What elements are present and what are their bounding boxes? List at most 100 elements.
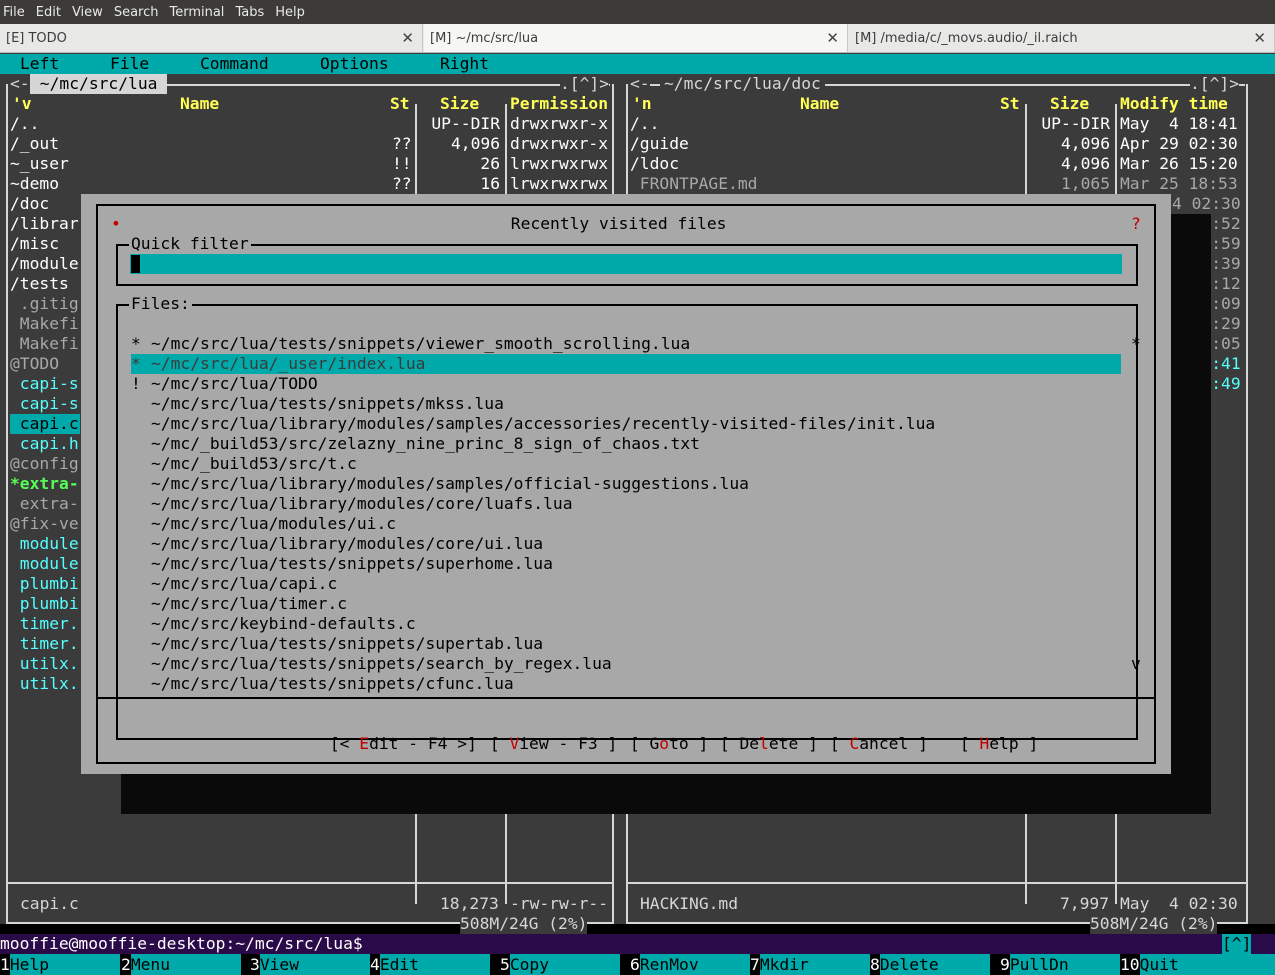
tab-todo[interactable]: [E] TODO ✕ [0,24,423,52]
col-size[interactable]: Size [1050,94,1089,114]
file-row-name[interactable]: ~demo [10,174,59,194]
recent-file-row[interactable]: ~/mc/src/lua/tests/snippets/search_by_re… [131,654,612,674]
close-icon[interactable]: • [111,214,121,234]
file-row-name[interactable]: timer. [10,614,79,634]
close-icon[interactable]: ✕ [1253,29,1266,47]
recent-file-row[interactable]: ~/mc/src/lua/tests/snippets/superhome.lu… [131,554,553,574]
scrollbar-thumb[interactable]: * [1131,334,1141,354]
fkey-quit[interactable]: 10Quit [1120,954,1275,975]
close-icon[interactable]: ✕ [401,29,414,47]
fkey-help[interactable]: 1Help [0,954,120,975]
col-name[interactable]: Name [800,94,839,114]
panel-arrow[interactable]: <- [10,74,30,94]
file-row-name[interactable]: .gitig [10,294,79,314]
menu-search[interactable]: Search [114,5,159,20]
file-row-name[interactable]: @TODO [10,354,59,374]
recent-file-row[interactable]: ~/mc/src/lua/library/modules/samples/acc… [131,414,935,434]
recent-file-row[interactable]: ~/mc/src/lua/tests/snippets/supertab.lua [131,634,543,654]
file-row-name[interactable]: /.. [630,114,659,134]
help-icon[interactable]: ? [1131,214,1141,234]
file-row-name[interactable]: timer. [10,634,79,654]
menu-edit[interactable]: Edit [36,5,61,20]
file-row-name[interactable]: @config [10,454,79,474]
tab-media[interactable]: [M] /media/c/_movs.audio/_il.raich ✕ [849,24,1275,52]
file-row-name[interactable]: /guide [630,134,689,154]
corner-indicator[interactable]: [^] [1222,934,1252,954]
panel-path[interactable]: ~/mc/src/lua [30,74,168,94]
menu-file[interactable]: File [3,5,25,20]
mc-menu-right[interactable]: Right [440,54,489,74]
file-row-name[interactable]: /_out [10,134,59,154]
recent-file-row[interactable]: ~/mc/src/lua/tests/snippets/cfunc.lua [131,674,514,694]
recent-file-row[interactable]: ~/mc/src/lua/modules/ui.c [131,514,396,534]
mc-menu-left[interactable]: Left [20,54,59,74]
file-row-name[interactable]: plumbi [10,574,79,594]
file-row-name[interactable]: /doc [10,194,49,214]
file-row-name[interactable]: Makefi [10,334,79,354]
col-modify-time[interactable]: Modify time [1120,94,1228,114]
tab-mc-src-lua[interactable]: [M] ~/mc/src/lua ✕ [424,24,848,52]
fkey-view[interactable]: 3View [250,954,370,975]
recent-file-row[interactable]: ~/mc/src/lua/library/modules/core/ui.lua [131,534,543,554]
file-row-name[interactable]: plumbi [10,594,79,614]
panel-arrow[interactable]: <- [630,74,650,94]
file-row-name[interactable]: capi-s [10,374,79,394]
file-row-name[interactable]: /module [10,254,79,274]
help-button[interactable]: [ Help ] [901,714,1038,753]
recent-file-row[interactable]: * ~/mc/src/lua/tests/snippets/viewer_smoo… [131,334,690,354]
col-sort[interactable]: 'v [12,94,32,114]
mc-menu-command[interactable]: Command [200,54,269,74]
fkey-delete[interactable]: 8Delete [870,954,990,975]
file-row-name[interactable]: /.. [10,114,39,134]
col-size[interactable]: Size [440,94,479,114]
file-row-name[interactable]: FRONTPAGE.md [630,174,758,194]
menu-tabs[interactable]: Tabs [235,5,264,20]
menu-help[interactable]: Help [275,5,305,20]
recent-file-row[interactable]: ~/mc/src/lua/timer.c [131,594,347,614]
file-row-name[interactable]: module [10,554,79,574]
quick-filter-input[interactable] [130,254,1122,274]
file-row-name[interactable]: /ldoc [630,154,679,174]
fkey-mkdir[interactable]: 7Mkdir [750,954,870,975]
fkey-renmov[interactable]: 6RenMov [630,954,750,975]
menu-terminal[interactable]: Terminal [169,5,224,20]
file-row-name[interactable]: module [10,534,79,554]
file-row-name[interactable]: utilx. [10,674,79,694]
col-st[interactable]: St [390,94,410,114]
col-sort[interactable]: 'n [632,94,652,114]
file-row-name[interactable]: utilx. [10,654,79,674]
file-row-name[interactable]: /librar [10,214,79,234]
mc-menu-options[interactable]: Options [320,54,389,74]
recent-file-row[interactable]: ~/mc/src/lua/tests/snippets/mkss.lua [131,394,504,414]
fkey-edit[interactable]: 4Edit [370,954,490,975]
panel-path[interactable]: ~/mc/src/lua/doc [660,74,825,94]
recent-file-row[interactable]: ~/mc/_build53/src/zelazny_nine_princ_8_s… [131,434,700,454]
file-row-name[interactable]: @fix-ve [10,514,79,534]
file-row-name[interactable]: capi.c [10,414,80,434]
recent-file-row[interactable]: ~/mc/src/keybind-defaults.c [131,614,416,634]
recent-file-row[interactable]: ~/mc/src/lua/capi.c [131,574,337,594]
file-row-name[interactable]: capi-s [10,394,79,414]
panel-corner[interactable]: .[^]> [1190,74,1240,94]
file-row-name[interactable]: ~_user [10,154,69,174]
recently-visited-dialog[interactable]: • Recently visited files ? Quick filter … [81,194,1171,774]
recent-file-row[interactable]: ~/mc/src/lua/library/modules/core/luafs.… [131,494,573,514]
file-row-name[interactable]: /tests [10,274,69,294]
panel-corner[interactable]: .[^]> [560,74,610,94]
file-row-name[interactable]: /misc [10,234,59,254]
fkey-copy[interactable]: 5Copy [500,954,620,975]
file-row-name[interactable]: extra- [10,494,79,514]
file-row-name[interactable]: *extra- [10,474,79,494]
recent-file-row[interactable]: ! ~/mc/src/lua/TODO [131,374,318,394]
close-icon[interactable]: ✕ [826,29,839,47]
recent-file-row-selected[interactable]: * ~/mc/src/lua/_user/index.lua [131,354,1121,374]
file-row-name[interactable]: capi.h [10,434,79,454]
menu-view[interactable]: View [72,5,103,20]
col-permission[interactable]: Permission [510,94,608,114]
col-name[interactable]: Name [180,94,219,114]
file-row-name[interactable]: Makefi [10,314,79,334]
fkey-menu[interactable]: 2Menu [121,954,241,975]
mc-menu-file[interactable]: File [110,54,149,74]
col-st[interactable]: St [1000,94,1020,114]
command-line[interactable]: mooffie@mooffie-desktop:~/mc/src/lua$ [^… [0,934,1275,954]
